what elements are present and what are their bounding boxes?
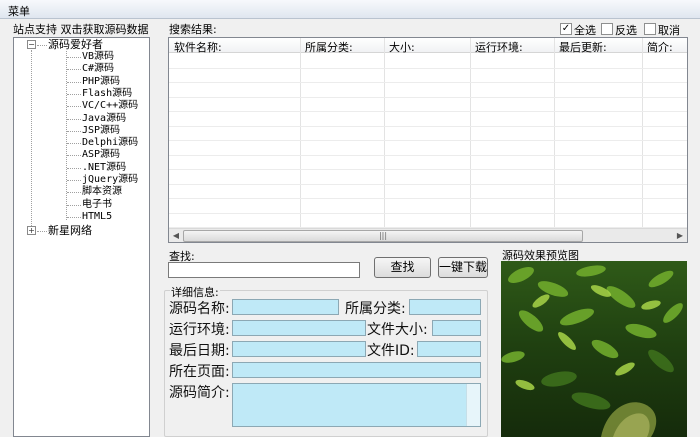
id-field[interactable]	[417, 341, 481, 357]
tree-item[interactable]: .NET源码	[82, 162, 126, 174]
intro-textarea[interactable]	[232, 383, 481, 427]
results-table[interactable]: 软件名称: 所属分类: 大小: 运行环境: 最后更新: 简介: ◀ ||| ▶	[168, 37, 688, 243]
site-tree[interactable]: − 源码爱好者 + 新星网络 VB源码 C#源码 PHP源码 Flash源码 VC/C+…	[13, 37, 150, 437]
tree-item[interactable]: 电子书	[82, 199, 112, 211]
tree-item[interactable]: JSP源码	[82, 125, 120, 137]
tree-item[interactable]: HTML5	[82, 211, 112, 223]
site-support-hint: 站点支持 双击获取源码数据	[13, 23, 149, 36]
size-label: 文件大小:	[367, 322, 428, 338]
column-header-env[interactable]: 运行环境:	[475, 39, 523, 55]
tree-item[interactable]: Delphi源码	[82, 137, 138, 149]
invert-checkbox[interactable]	[601, 23, 613, 35]
tree-root-source[interactable]: 源码爱好者	[48, 39, 103, 51]
cancel-label: 取消	[658, 24, 680, 37]
tree-item[interactable]: Java源码	[82, 113, 126, 125]
env-field[interactable]	[232, 320, 366, 336]
page-field[interactable]	[232, 362, 481, 378]
tree-item[interactable]: 脚本资源	[82, 186, 122, 198]
id-label: 文件ID:	[367, 343, 415, 359]
column-header-category[interactable]: 所属分类:	[305, 39, 353, 55]
foliage-image	[501, 261, 687, 437]
category-field[interactable]	[409, 299, 481, 315]
select-all-label: 全选	[574, 24, 596, 37]
search-input[interactable]	[168, 262, 360, 278]
date-field[interactable]	[232, 341, 366, 357]
scroll-thumb[interactable]: |||	[183, 230, 583, 242]
expand-icon[interactable]: +	[27, 226, 36, 235]
date-label: 最后日期:	[169, 343, 230, 359]
tree-item[interactable]: jQuery源码	[82, 174, 138, 186]
tree-item[interactable]: C#源码	[82, 63, 114, 75]
select-all-checkbox[interactable]: ✓	[560, 23, 572, 35]
column-header-name[interactable]: 软件名称:	[174, 39, 222, 55]
page-label: 所在页面:	[169, 364, 230, 380]
intro-label: 源码简介:	[169, 385, 230, 401]
tree-root-xinxing[interactable]: 新星网络	[48, 225, 92, 237]
column-header-intro[interactable]: 简介:	[647, 39, 673, 55]
invert-label: 反选	[615, 24, 637, 37]
menu-bar: 菜单	[0, 0, 700, 19]
category-label: 所属分类:	[345, 301, 406, 317]
column-header-size[interactable]: 大小:	[389, 39, 415, 55]
tree-item[interactable]: VB源码	[82, 51, 114, 63]
size-field[interactable]	[432, 320, 481, 336]
tree-item[interactable]: PHP源码	[82, 76, 120, 88]
cancel-checkbox[interactable]	[644, 23, 656, 35]
name-field[interactable]	[232, 299, 339, 315]
table-header: 软件名称: 所属分类: 大小: 运行环境: 最后更新: 简介:	[169, 38, 687, 55]
menu-item[interactable]: 菜单	[8, 3, 30, 19]
find-button[interactable]: 查找	[374, 257, 431, 278]
tree-item[interactable]: Flash源码	[82, 88, 132, 100]
tree-item[interactable]: ASP源码	[82, 149, 120, 161]
results-label: 搜索结果:	[169, 23, 217, 36]
collapse-icon[interactable]: −	[27, 40, 36, 49]
tree-item[interactable]: VC/C++源码	[82, 100, 138, 112]
download-all-button[interactable]: 一键下载	[438, 257, 488, 278]
name-label: 源码名称:	[169, 301, 230, 317]
env-label: 运行环境:	[169, 322, 230, 338]
column-header-updated[interactable]: 最后更新:	[559, 39, 607, 55]
horizontal-scrollbar[interactable]: ◀ ||| ▶	[169, 228, 687, 242]
preview-image	[501, 261, 687, 437]
